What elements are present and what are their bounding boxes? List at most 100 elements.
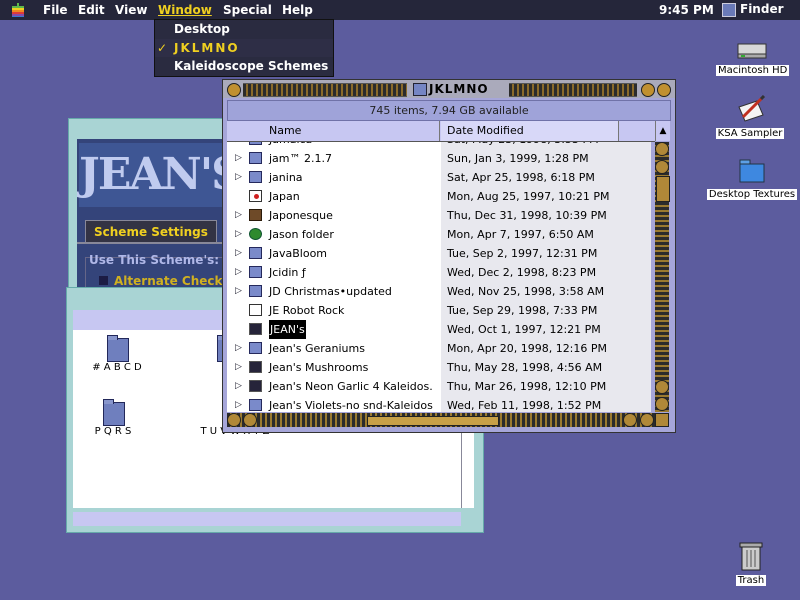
window-menu-item-kaleidoscope[interactable]: Kaleidoscope Schemes [155, 57, 333, 75]
horizontal-scrollbar[interactable] [73, 512, 461, 526]
desktop-icon-ksa-sampler[interactable]: KSA Sampler [714, 94, 786, 139]
sort-direction-button[interactable]: ▲ [655, 121, 670, 141]
disclosure-triangle-icon[interactable]: ▷ [235, 244, 242, 263]
application-menu[interactable]: Finder [722, 2, 784, 17]
disclosure-triangle-icon[interactable]: ▷ [235, 142, 242, 149]
resize-grow-box[interactable] [655, 413, 669, 427]
menu-bar: File Edit View Window Special Help 9:45 … [0, 0, 800, 20]
disclosure-triangle-icon[interactable]: ▷ [235, 168, 242, 187]
disclosure-triangle-icon[interactable]: ▷ [235, 339, 242, 358]
disclosure-triangle-icon[interactable]: ▷ [235, 149, 242, 168]
scroll-down-arrow-icon[interactable] [655, 397, 669, 411]
window-title-text: JKLMNO [429, 82, 489, 96]
disclosure-triangle-icon[interactable]: ▷ [235, 358, 242, 377]
scroll-right-arrow-icon[interactable] [640, 413, 654, 427]
name-cell: ▷ Japonesque [227, 206, 440, 225]
menu-file[interactable]: File [43, 3, 68, 17]
list-row[interactable]: ▷ Jcidin ƒ Wed, Dec 2, 1998, 8:23 PM [227, 263, 651, 282]
close-box-icon[interactable] [227, 83, 241, 97]
list-column-header: Name Date Modified [227, 121, 655, 142]
item-name: Japan [269, 190, 300, 203]
list-row[interactable]: ▷ Japonesque Thu, Dec 31, 1998, 10:39 PM [227, 206, 651, 225]
list-row[interactable]: ▷ Jason folder Mon, Apr 7, 1997, 6:50 AM [227, 225, 651, 244]
folder-icon [249, 152, 262, 164]
list-row[interactable]: JEAN's Wed, Oct 1, 1997, 12:21 PM [227, 320, 651, 339]
name-cell: ▷ Jcidin ƒ [227, 263, 440, 282]
use-scheme-label: Use This Scheme's: [89, 253, 220, 267]
disclosure-triangle-icon[interactable]: ▷ [235, 206, 242, 225]
scroll-up-arrow-icon[interactable] [655, 160, 669, 174]
tab-scheme-settings[interactable]: Scheme Settings [85, 220, 217, 243]
list-row[interactable]: ▷ Jean's Mushrooms Thu, May 28, 1998, 4:56… [227, 358, 651, 377]
desktop-icon-desktop-textures[interactable]: Desktop Textures [706, 154, 798, 200]
menu-edit[interactable]: Edit [78, 3, 105, 17]
list-row[interactable]: ▷ janina Sat, Apr 25, 1998, 6:18 PM [227, 168, 651, 187]
scroll-thumb[interactable] [656, 176, 670, 202]
window-menu-item-jklmno[interactable]: ✓ JKLMNO [155, 39, 333, 57]
menu-special[interactable]: Special [223, 3, 272, 17]
desktop-icon-trash[interactable]: Trash [726, 540, 776, 586]
list-row[interactable]: JE Robot Rock Tue, Sep 29, 1998, 7:33 PM [227, 301, 651, 320]
date-modified-cell: Thu, Mar 26, 1998, 12:10 PM [441, 377, 651, 396]
finder-icon [722, 2, 736, 17]
date-modified-cell: Wed, Oct 1, 1997, 12:21 PM [441, 320, 651, 339]
name-cell: ▷ JavaBloom [227, 244, 440, 263]
folder-label: P Q R S [94, 426, 132, 437]
scroll-right-arrow-icon[interactable] [623, 413, 637, 427]
application-name: Finder [740, 2, 784, 16]
list-row[interactable]: ▷ JD Christmas•updated Wed, Nov 25, 1998, … [227, 282, 651, 301]
folder-icon [249, 342, 262, 354]
vertical-scrollbar[interactable] [655, 142, 670, 412]
name-cell: ▷ Jean's Neon Garlic 4 Kaleidos. [227, 377, 440, 396]
menu-clock[interactable]: 9:45 PM [659, 3, 714, 17]
menu-view[interactable]: View [115, 3, 147, 17]
date-modified-cell: Wed, Dec 2, 1998, 8:23 PM [441, 263, 651, 282]
scroll-down-arrow-icon[interactable] [655, 380, 669, 394]
list-row[interactable]: ▷ Jean's Geraniums Mon, Apr 20, 1998, 12:1… [227, 339, 651, 358]
list-row[interactable]: ▷ JavaBloom Tue, Sep 2, 1997, 12:31 PM [227, 244, 651, 263]
desktop-icon-label: Desktop Textures [706, 189, 798, 200]
disclosure-triangle-icon[interactable]: ▷ [235, 377, 242, 396]
menu-window[interactable]: Window [158, 3, 212, 17]
list-row[interactable]: ▷ Jamaica Sat, May 23, 1998, 3:53 PM [227, 142, 651, 149]
disclosure-triangle-icon[interactable]: ▷ [235, 396, 242, 412]
kaleidoscope-scheme-window[interactable]: JEAN'S Scheme Settings Use This Scheme's… [68, 118, 232, 292]
folder-pqrs[interactable]: P Q R S [85, 398, 141, 437]
date-modified-cell: Tue, Sep 2, 1997, 12:31 PM [441, 244, 651, 263]
disclosure-triangle-icon[interactable]: ▷ [235, 225, 242, 244]
list-row[interactable]: ▷ Jean's Neon Garlic 4 Kaleidos. Thu, Mar … [227, 377, 651, 396]
horizontal-scrollbar[interactable] [227, 413, 655, 427]
finder-window-jklmno[interactable]: JKLMNO 745 items, 7.94 GB available Name… [222, 79, 676, 433]
window-menu-item-desktop[interactable]: Desktop [155, 20, 333, 38]
document-icon [249, 304, 262, 316]
scheme-banner: JEAN'S [79, 143, 227, 207]
japan-icon [249, 190, 262, 202]
disclosure-triangle-icon[interactable]: ▷ [235, 282, 242, 301]
date-modified-cell: Sat, Apr 25, 1998, 6:18 PM [441, 168, 651, 187]
apple-menu-icon[interactable] [11, 3, 25, 18]
window-title-bar[interactable]: JKLMNO [223, 80, 675, 98]
scroll-left-arrow-icon[interactable] [243, 413, 257, 427]
scroll-thumb[interactable] [367, 416, 499, 426]
zoom-box-icon[interactable] [641, 83, 655, 97]
desktop-icon-macintosh-hd[interactable]: Macintosh HD [716, 42, 790, 76]
scroll-left-arrow-icon[interactable] [227, 413, 241, 427]
menu-help[interactable]: Help [282, 3, 313, 17]
folder-icon [249, 142, 262, 145]
checkbox[interactable] [99, 276, 108, 285]
folder-abcd[interactable]: # A B C D [89, 334, 145, 373]
column-header-name[interactable]: Name [227, 121, 440, 141]
list-row[interactable]: ▷ jam™ 2.1.7 Sun, Jan 3, 1999, 1:28 PM [227, 149, 651, 168]
hard-disk-icon [737, 43, 767, 59]
disclosure-triangle-icon[interactable]: ▷ [235, 263, 242, 282]
scroll-up-arrow-icon[interactable] [655, 142, 669, 156]
list-row[interactable]: Japan Mon, Aug 25, 1997, 10:21 PM [227, 187, 651, 206]
item-name: Japonesque [269, 209, 333, 222]
list-row[interactable]: ▷ Jean's Violets-no snd-Kaleidos Wed, Feb … [227, 396, 651, 412]
window-info-bar: 745 items, 7.94 GB available [227, 100, 671, 121]
name-cell: ▷ janina [227, 168, 440, 187]
file-list: ▷ Jamaica Sat, May 23, 1998, 3:53 PM ▷ jam™ … [227, 142, 651, 412]
alternate-checkbox-option[interactable]: Alternate Checkb [99, 274, 231, 288]
collapse-box-icon[interactable] [657, 83, 671, 97]
column-header-date-modified[interactable]: Date Modified [441, 121, 619, 141]
